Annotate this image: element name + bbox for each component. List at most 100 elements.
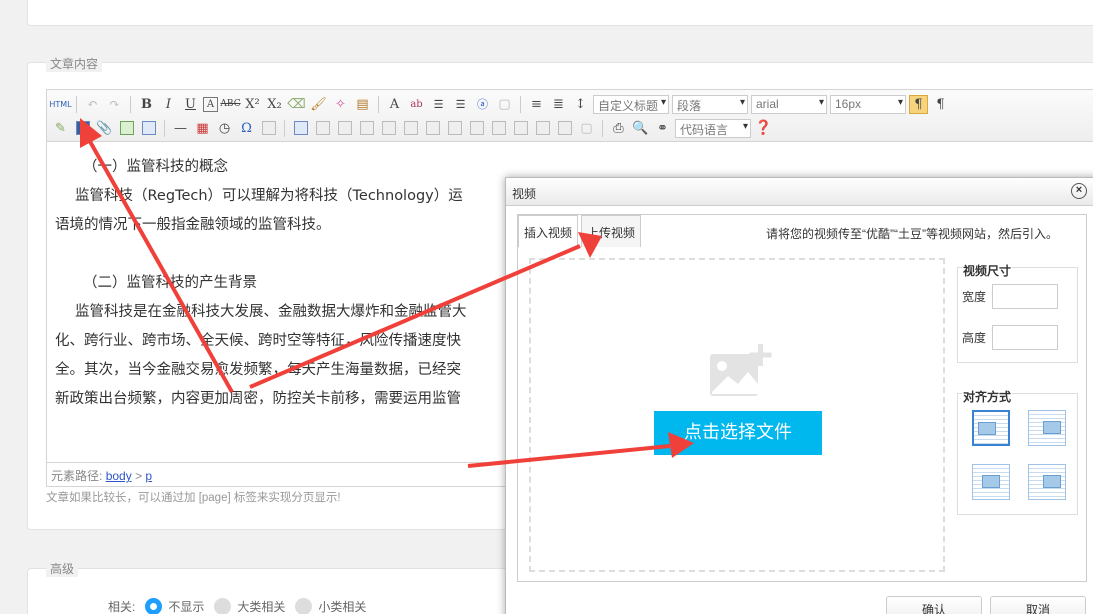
ordered-list-icon[interactable]: ☰ bbox=[429, 95, 448, 114]
video-icon[interactable] bbox=[73, 119, 92, 138]
horizontal-rule-icon[interactable]: — bbox=[171, 119, 190, 138]
eraser-icon[interactable]: ⌫ bbox=[287, 95, 306, 114]
html-source-icon[interactable]: HTML bbox=[49, 95, 71, 114]
emotion-icon[interactable]: ✎ bbox=[51, 119, 70, 138]
toolbar-divider bbox=[76, 95, 77, 113]
insert-table-icon[interactable] bbox=[291, 119, 310, 138]
highlight-icon[interactable]: ab bbox=[407, 95, 426, 114]
close-icon[interactable]: × bbox=[1071, 183, 1087, 199]
auto-format-icon[interactable]: ✧ bbox=[331, 95, 350, 114]
dialog-title: 视频 bbox=[512, 187, 537, 201]
dialog-footer: 确认 取消 bbox=[506, 580, 1093, 614]
font-color-icon[interactable]: A bbox=[385, 95, 404, 114]
align-right-icon[interactable] bbox=[1028, 464, 1066, 500]
blockquote-icon[interactable]: ⓐ bbox=[473, 95, 492, 114]
heading-select[interactable]: 自定义标题 bbox=[593, 94, 669, 114]
toolbar-divider bbox=[378, 95, 379, 113]
dialog-tabs: 插入视频 上传视频 请将您的视频传至“优酷”“土豆”等视频网站，然后引入。 bbox=[518, 215, 1086, 247]
section-title: 文章内容 bbox=[46, 55, 103, 72]
strikethrough-icon[interactable]: ABC bbox=[220, 95, 240, 114]
underline-icon[interactable]: U bbox=[181, 95, 200, 114]
superscript-icon[interactable]: X² bbox=[243, 95, 262, 114]
element-path-body-link[interactable]: body bbox=[106, 469, 132, 483]
tab-insert-video[interactable]: 插入视频 bbox=[518, 215, 579, 247]
multi-image-icon[interactable] bbox=[139, 119, 158, 138]
split-rows-icon[interactable] bbox=[533, 119, 552, 138]
choose-file-button[interactable]: 点击选择文件 bbox=[654, 411, 822, 455]
width-input[interactable] bbox=[992, 284, 1059, 309]
unordered-list-icon[interactable]: ☰ bbox=[451, 95, 470, 114]
tab-upload-video[interactable]: 上传视频 bbox=[581, 215, 642, 247]
help-icon[interactable]: ❓ bbox=[754, 119, 773, 138]
delete-table-icon[interactable] bbox=[313, 119, 332, 138]
align-center-icon[interactable] bbox=[972, 464, 1010, 500]
width-row: 宽度 bbox=[962, 284, 1059, 309]
image-icon[interactable] bbox=[117, 119, 136, 138]
format-brush-icon[interactable]: 🖌 bbox=[309, 95, 328, 114]
font-border-icon[interactable]: A bbox=[203, 96, 218, 112]
template-icon[interactable] bbox=[259, 119, 278, 138]
date-icon[interactable]: ▦ bbox=[193, 119, 212, 138]
split-cells-icon[interactable] bbox=[511, 119, 530, 138]
width-label: 宽度 bbox=[962, 290, 987, 304]
upload-note: 请将您的视频传至“优酷”“土豆”等视频网站，然后引入。 bbox=[766, 227, 1058, 241]
print-icon[interactable]: ⎙ bbox=[609, 119, 628, 138]
radio-category[interactable] bbox=[214, 598, 232, 614]
row-spacing-icon[interactable]: ≣ bbox=[549, 95, 568, 114]
insert-row-icon[interactable] bbox=[357, 119, 376, 138]
align-left-icon[interactable] bbox=[1028, 410, 1066, 446]
radio-category-label: 大类相关 bbox=[237, 600, 286, 614]
height-row: 高度 bbox=[962, 325, 1059, 350]
time-icon[interactable]: ◷ bbox=[215, 119, 234, 138]
insert-paragraph-before-table-icon[interactable] bbox=[335, 119, 354, 138]
editor-toolbar: HTML ↶ ↷ B I U A ABC X² X₂ ⌫ 🖌 ✧ ▤ A ab … bbox=[47, 90, 1093, 142]
toolbar-row-2: ✎ 📎 — ▦ ◷ Ω ▢ ⎙ 🔍 ⚭ 代码语言 ▾ ❓ bbox=[51, 117, 773, 139]
paragraph-spacing-icon[interactable]: ≡ bbox=[527, 95, 546, 114]
table-props-icon[interactable]: ▢ bbox=[577, 119, 596, 138]
cancel-button[interactable]: 取消 bbox=[990, 596, 1086, 614]
element-path-p-link[interactable]: p bbox=[145, 469, 152, 483]
special-char-icon[interactable]: Ω bbox=[237, 119, 256, 138]
related-options: 相关: 不显示 大类相关 小类相关 bbox=[108, 598, 366, 614]
bold-icon[interactable]: B bbox=[137, 95, 156, 114]
italic-icon[interactable]: I bbox=[159, 95, 178, 114]
radio-hide[interactable] bbox=[145, 598, 163, 614]
ltr-direction-icon[interactable]: ¶ bbox=[909, 94, 928, 114]
redo-icon[interactable]: ↷ bbox=[105, 95, 124, 114]
merge-down-icon[interactable] bbox=[489, 119, 508, 138]
toolbar-row-1: HTML ↶ ↷ B I U A ABC X² X₂ ⌫ 🖌 ✧ ▤ A ab … bbox=[49, 93, 950, 115]
page-icon[interactable]: ▢ bbox=[495, 95, 514, 114]
radio-subcategory[interactable] bbox=[295, 598, 313, 614]
attachment-icon[interactable]: 📎 bbox=[95, 119, 114, 138]
paste-text-icon[interactable]: ▤ bbox=[353, 95, 372, 114]
split-cols-icon[interactable] bbox=[555, 119, 574, 138]
height-input[interactable] bbox=[992, 325, 1059, 350]
content-line: 新政策出台频繁，内容更加周密，防控关卡前移，需要运用监管 bbox=[55, 391, 461, 407]
font-family-select[interactable]: arial bbox=[751, 94, 827, 114]
line-height-icon[interactable]: ↕ bbox=[571, 95, 590, 114]
delete-row-icon[interactable] bbox=[379, 119, 398, 138]
content-line: 全。其次，当今金融交易愈发频繁，每天产生海量数据，已经突 bbox=[55, 362, 461, 378]
toolbar-divider bbox=[130, 95, 131, 113]
font-size-select[interactable]: 16px bbox=[830, 94, 906, 114]
preview-icon[interactable]: 🔍 bbox=[631, 119, 650, 138]
related-label: 相关: bbox=[108, 600, 136, 614]
insert-col-icon[interactable] bbox=[401, 119, 420, 138]
rtl-direction-icon[interactable]: ¶ bbox=[931, 95, 950, 114]
merge-right-icon[interactable] bbox=[467, 119, 486, 138]
file-drop-zone[interactable]: 点击选择文件 bbox=[529, 258, 945, 572]
pagination-hint: 文章如果比较长，可以通过加 [page] 标签来实现分页显示! bbox=[46, 492, 341, 504]
undo-icon[interactable]: ↶ bbox=[83, 95, 102, 114]
toolbar-divider bbox=[164, 119, 165, 137]
confirm-button[interactable]: 确认 bbox=[886, 596, 982, 614]
subscript-icon[interactable]: X₂ bbox=[265, 95, 284, 114]
search-replace-icon[interactable]: ⚭ bbox=[653, 119, 672, 138]
editor-content[interactable]: （一）监管科技的概念 监管科技（RegTech）可以理解为将科技（Technol… bbox=[47, 143, 507, 463]
content-line: 化、跨行业、跨市场、全天候、跨时空等特征，风险传播速度快 bbox=[55, 333, 461, 349]
delete-col-icon[interactable] bbox=[423, 119, 442, 138]
advanced-section-title: 高级 bbox=[46, 560, 79, 577]
merge-cells-icon[interactable] bbox=[445, 119, 464, 138]
align-none-icon[interactable] bbox=[972, 410, 1010, 446]
paragraph-select[interactable]: 段落 bbox=[672, 94, 748, 114]
code-language-select[interactable]: 代码语言 bbox=[675, 118, 751, 138]
